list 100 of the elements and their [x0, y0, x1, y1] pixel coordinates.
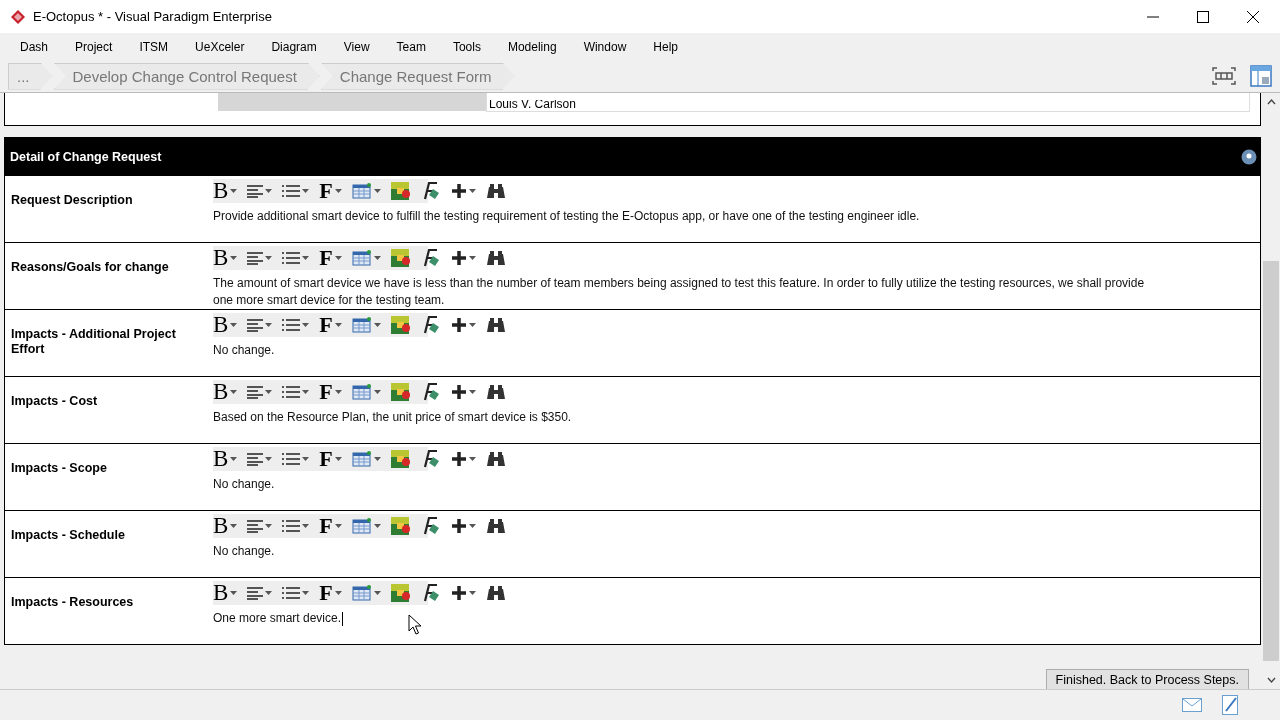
caret-icon[interactable]	[468, 323, 476, 327]
menu-item[interactable]: View	[343, 39, 370, 54]
bold-button[interactable]: B	[213, 381, 229, 403]
text-editor[interactable]: The amount of smart device we have is less than the number of team members being assigned to test this feature. In order to fully utilize the testing resources, we shall provide one more smart device for the testing team.	[213, 270, 1260, 309]
caret-icon[interactable]	[468, 256, 476, 260]
binoculars-icon[interactable]	[485, 384, 506, 400]
menu-item[interactable]: UeXceler	[195, 39, 245, 54]
caret-icon[interactable]	[230, 256, 238, 260]
table-icon[interactable]	[351, 518, 372, 534]
align-icon[interactable]	[247, 385, 264, 399]
image-icon[interactable]	[390, 383, 411, 401]
caret-icon[interactable]	[373, 256, 381, 260]
image-icon[interactable]	[390, 316, 411, 334]
caret-icon[interactable]	[468, 189, 476, 193]
plus-icon[interactable]	[450, 451, 467, 467]
binoculars-icon[interactable]	[485, 250, 506, 266]
caret-icon[interactable]	[334, 189, 342, 193]
plus-icon[interactable]	[450, 250, 467, 266]
align-icon[interactable]	[247, 184, 264, 198]
list-icon[interactable]	[282, 251, 301, 265]
table-icon[interactable]	[351, 250, 372, 266]
fit-view-icon[interactable]	[1212, 67, 1236, 85]
image-icon[interactable]	[390, 584, 411, 602]
menu-item[interactable]: Project	[75, 39, 113, 54]
plus-icon[interactable]	[450, 317, 467, 333]
breadcrumb-item[interactable]: Develop Change Control Request	[53, 62, 320, 90]
breadcrumb-item[interactable]: ...	[8, 62, 53, 90]
table-icon[interactable]	[351, 585, 372, 601]
menu-item[interactable]: Team	[396, 39, 426, 54]
caret-icon[interactable]	[334, 524, 342, 528]
caret-icon[interactable]	[230, 524, 238, 528]
caret-icon[interactable]	[373, 390, 381, 394]
caret-icon[interactable]	[468, 390, 476, 394]
align-icon[interactable]	[247, 519, 264, 533]
caret-icon[interactable]	[334, 591, 342, 595]
list-icon[interactable]	[282, 519, 301, 533]
caret-icon[interactable]	[334, 457, 342, 461]
align-icon[interactable]	[247, 452, 264, 466]
menu-item[interactable]: Window	[583, 39, 627, 54]
caret-icon[interactable]	[373, 591, 381, 595]
caret-icon[interactable]	[302, 256, 310, 260]
caret-icon[interactable]	[468, 524, 476, 528]
caret-icon[interactable]	[265, 189, 273, 193]
text-editor[interactable]: One more smart device.	[213, 605, 1260, 627]
font-button[interactable]: F	[319, 448, 333, 470]
menu-item[interactable]: Dash	[20, 39, 48, 54]
image-icon[interactable]	[390, 249, 411, 267]
mail-icon[interactable]	[1182, 698, 1202, 712]
list-icon[interactable]	[282, 452, 301, 466]
bold-button[interactable]: B	[213, 515, 229, 537]
caret-icon[interactable]	[302, 524, 310, 528]
binoculars-icon[interactable]	[485, 451, 506, 467]
binoculars-icon[interactable]	[485, 183, 506, 199]
align-icon[interactable]	[247, 586, 264, 600]
caret-icon[interactable]	[265, 457, 273, 461]
caret-icon[interactable]	[302, 189, 310, 193]
list-icon[interactable]	[282, 184, 301, 198]
edit-note-icon[interactable]	[1222, 695, 1240, 715]
image-icon[interactable]	[390, 450, 411, 468]
maximize-icon[interactable]	[1197, 10, 1209, 23]
plus-icon[interactable]	[450, 183, 467, 199]
caret-icon[interactable]	[265, 390, 273, 394]
caret-icon[interactable]	[468, 591, 476, 595]
plus-icon[interactable]	[450, 585, 467, 601]
font-button[interactable]: F	[319, 582, 333, 604]
scroll-up-icon[interactable]	[1266, 99, 1276, 105]
text-editor[interactable]: No change.	[213, 471, 1260, 493]
caret-icon[interactable]	[468, 457, 476, 461]
font-button[interactable]: F	[319, 314, 333, 336]
scroll-down-icon[interactable]	[1266, 677, 1276, 683]
list-icon[interactable]	[282, 385, 301, 399]
bold-button[interactable]: B	[213, 180, 229, 202]
text-editor[interactable]: Based on the Resource Plan, the unit price of smart device is $350.	[213, 404, 1260, 426]
panel-layout-icon[interactable]	[1250, 65, 1272, 87]
list-icon[interactable]	[282, 586, 301, 600]
image-icon[interactable]	[390, 182, 411, 200]
font-button[interactable]: F	[319, 247, 333, 269]
align-icon[interactable]	[247, 251, 264, 265]
font-button[interactable]: F	[319, 515, 333, 537]
bold-button[interactable]: B	[213, 247, 229, 269]
plus-icon[interactable]	[450, 384, 467, 400]
font-button[interactable]: F	[319, 180, 333, 202]
caret-icon[interactable]	[373, 524, 381, 528]
dropdown-field[interactable]: Louis V. Carlson	[486, 93, 1250, 112]
caret-icon[interactable]	[265, 524, 273, 528]
caret-icon[interactable]	[230, 323, 238, 327]
caret-icon[interactable]	[334, 390, 342, 394]
breadcrumb-item[interactable]: Change Request Form	[320, 62, 515, 90]
caret-icon[interactable]	[230, 390, 238, 394]
caret-icon[interactable]	[265, 591, 273, 595]
caret-icon[interactable]	[302, 390, 310, 394]
caret-icon[interactable]	[265, 323, 273, 327]
plus-icon[interactable]	[450, 518, 467, 534]
caret-icon[interactable]	[230, 457, 238, 461]
caret-icon[interactable]	[230, 189, 238, 193]
menu-item[interactable]: ITSM	[139, 39, 169, 54]
caret-icon[interactable]	[373, 189, 381, 193]
caret-icon[interactable]	[302, 591, 310, 595]
menu-item[interactable]: Tools	[452, 39, 481, 54]
close-icon[interactable]	[1247, 10, 1259, 23]
